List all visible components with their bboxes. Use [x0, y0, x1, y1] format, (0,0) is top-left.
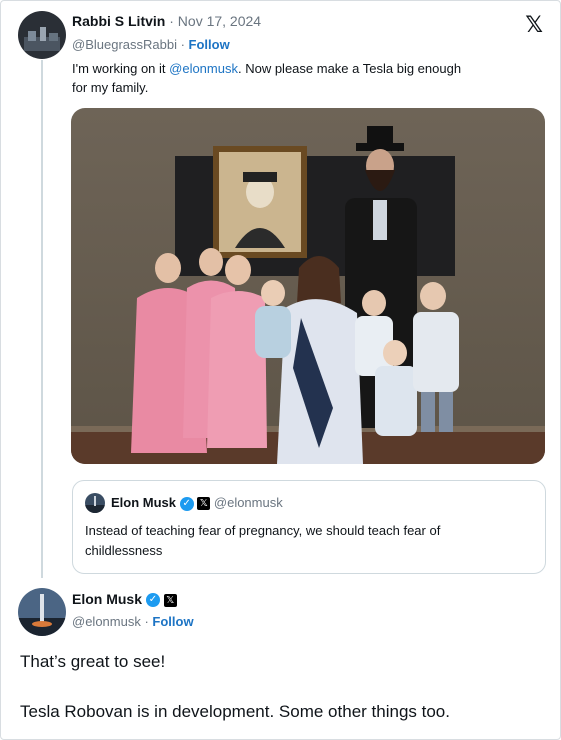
tweet1-text: I'm working on it @elonmusk. Now please … [72, 59, 461, 97]
quoted-header: Elon Musk ✓ 𝕏 @elonmusk [111, 495, 283, 511]
tweet1-header: Rabbi S Litvin · Nov 17, 2024 [72, 13, 261, 29]
avatar-rabbi[interactable] [18, 11, 66, 59]
quoted-text-line: childlessness [85, 543, 163, 558]
verified-badge-icon: ✓ [179, 496, 194, 511]
quoted-author-name: Elon Musk [111, 495, 177, 510]
author-name[interactable]: Elon Musk [72, 591, 142, 607]
avatar-elon[interactable] [18, 588, 66, 636]
separator-dot: · [176, 37, 189, 52]
tweet2-text-line1: That’s great to see! [20, 652, 166, 671]
separator-dot: · [165, 13, 178, 29]
avatar-elon-small [85, 493, 105, 513]
tweet-text-part: for my family. [72, 80, 149, 95]
author-name[interactable]: Rabbi S Litvin [72, 13, 165, 29]
author-handle[interactable]: @BluegrassRabbi [72, 37, 177, 52]
quoted-text-line: Instead of teaching fear of pregnancy, w… [85, 523, 441, 538]
tweet-text-part: . Now please make a Tesla big enough [237, 61, 462, 76]
thread-line [41, 60, 43, 578]
mention-link[interactable]: @elonmusk [169, 61, 238, 76]
tweet2-handle-row: @elonmusk · Follow [72, 614, 194, 629]
verified-badge-icon: ✓ [145, 593, 160, 608]
x-logo-icon[interactable]: 𝕏 [525, 13, 543, 38]
follow-button[interactable]: Follow [152, 614, 193, 629]
x-affiliate-badge-icon: 𝕏 [197, 497, 211, 511]
tweet-text-part: I'm working on it [72, 61, 170, 76]
tweet2-text-line2: Tesla Robovan is in development. Some ot… [20, 702, 450, 721]
tweet2-header: Elon Musk ✓ 𝕏 [72, 591, 177, 608]
tweet1-handle-row: @BluegrassRabbi · Follow [72, 37, 230, 52]
author-handle[interactable]: @elonmusk [72, 614, 141, 629]
quoted-text: Instead of teaching fear of pregnancy, w… [85, 521, 440, 561]
tweet-date[interactable]: Nov 17, 2024 [178, 13, 261, 29]
quoted-author-handle: @elonmusk [213, 495, 283, 510]
family-photo[interactable] [71, 108, 545, 464]
separator-dot: · [140, 614, 153, 629]
quoted-tweet[interactable]: Elon Musk ✓ 𝕏 @elonmusk Instead of teach… [72, 480, 546, 574]
x-affiliate-badge-icon: 𝕏 [163, 593, 177, 607]
follow-button[interactable]: Follow [189, 37, 230, 52]
